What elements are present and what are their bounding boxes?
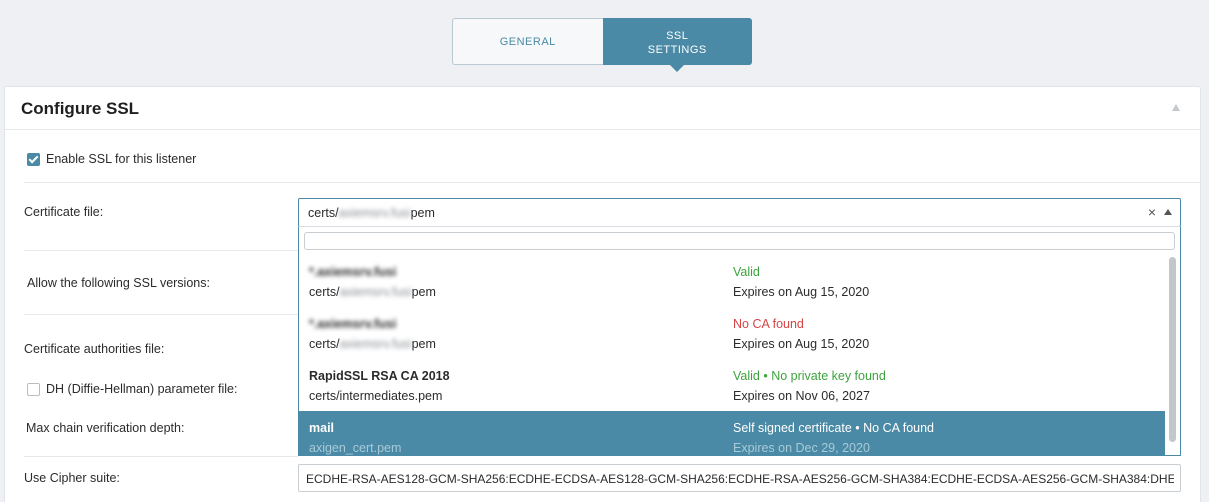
enable-ssl-checkbox[interactable] — [27, 153, 40, 166]
option-file-prefix: certs/ — [309, 285, 340, 299]
ca-file-label: Certificate authorities file: — [24, 342, 165, 356]
option-expiry: Expires on Aug 15, 2020 — [733, 337, 870, 351]
dropdown-option[interactable]: RapidSSL RSA CA 2018 certs/intermediates… — [299, 359, 1165, 411]
divider — [24, 456, 298, 457]
dropdown-option[interactable]: *.axiemsrv.fusi certs/axiemsrv.fusipem N… — [299, 307, 1165, 359]
option-expiry: Expires on Aug 15, 2020 — [733, 285, 870, 299]
option-file-prefix: certs/ — [309, 337, 340, 351]
tab-bar: GENERAL SSL SETTINGS — [452, 18, 752, 72]
option-name: *.axiemsrv.fusi — [309, 265, 397, 279]
certificate-file-label: Certificate file: — [24, 205, 104, 219]
option-expiry: Expires on Dec 29, 2020 — [733, 441, 870, 455]
option-status: No CA found — [733, 317, 804, 331]
option-file: certs/axiemsrv.fusipem — [309, 337, 436, 351]
option-file-hidden: axiemsrv.fusi — [339, 337, 412, 351]
certificate-file-value: certs/axiemsrv.fusipem — [308, 206, 435, 220]
caret-up-icon[interactable] — [1164, 209, 1172, 215]
tab-general-label: GENERAL — [499, 35, 556, 48]
option-status: Valid — [733, 265, 760, 279]
divider — [24, 250, 298, 251]
tab-ssl-settings[interactable]: SSL SETTINGS — [602, 18, 752, 72]
tab-general[interactable]: GENERAL — [452, 18, 603, 65]
tab-ssl-line2: SETTINGS — [647, 43, 707, 56]
dropdown-scrollbar[interactable] — [1169, 257, 1176, 442]
dh-file-checkbox[interactable] — [27, 383, 40, 396]
dh-file-label: DH (Diffie-Hellman) parameter file: — [46, 382, 238, 396]
collapse-arrow-icon[interactable] — [1172, 104, 1180, 111]
divider — [24, 314, 298, 315]
cipher-suite-value: ECDHE-RSA-AES128-GCM-SHA256:ECDHE-ECDSA-… — [306, 472, 1174, 486]
cipher-suite-label: Use Cipher suite: — [24, 471, 120, 485]
option-file-suffix: pem — [411, 337, 436, 351]
dropdown-option[interactable]: *.axiemsrv.fusi certs/axiemsrv.fusipem V… — [299, 255, 1165, 307]
clear-icon[interactable]: × — [1148, 204, 1156, 220]
divider — [24, 182, 1200, 183]
option-file: certs/intermediates.pem — [309, 389, 443, 403]
cert-value-hidden: axiemsrv.fusi — [338, 206, 411, 220]
option-status: Self signed certificate • No CA found — [733, 421, 935, 435]
panel-title: Configure SSL — [21, 99, 140, 118]
option-file-hidden: axiemsrv.fusi — [339, 285, 412, 299]
panel-header: Configure SSL — [5, 87, 1200, 130]
option-name: *.axiemsrv.fusi — [309, 317, 397, 331]
cipher-suite-input[interactable]: ECDHE-RSA-AES128-GCM-SHA256:ECDHE-ECDSA-… — [298, 464, 1181, 492]
cert-value-prefix: certs/ — [308, 206, 339, 220]
option-file-suffix: pem — [411, 285, 436, 299]
certificate-dropdown: *.axiemsrv.fusi certs/axiemsrv.fusipem V… — [298, 226, 1181, 456]
tab-ssl-line1: SSL — [666, 29, 689, 42]
tab-ssl-settings-label: SSL SETTINGS — [648, 29, 707, 57]
dropdown-option-selected[interactable]: mail axigen_cert.pem Self signed certifi… — [299, 411, 1165, 455]
max-chain-depth-label: Max chain verification depth: — [26, 421, 185, 435]
certificate-file-select[interactable]: certs/axiemsrv.fusipem × — [298, 198, 1181, 227]
option-status: Valid • No private key found — [733, 369, 886, 383]
ssl-versions-label: Allow the following SSL versions: — [27, 276, 210, 290]
option-expiry: Expires on Nov 06, 2027 — [733, 389, 870, 403]
option-name: RapidSSL RSA CA 2018 — [309, 369, 450, 383]
dropdown-search-input[interactable] — [304, 232, 1175, 250]
cert-value-suffix: pem — [410, 206, 435, 220]
option-file: axigen_cert.pem — [309, 441, 402, 455]
enable-ssl-label: Enable SSL for this listener — [46, 152, 197, 166]
option-name: mail — [309, 421, 335, 435]
option-file: certs/axiemsrv.fusipem — [309, 285, 436, 299]
